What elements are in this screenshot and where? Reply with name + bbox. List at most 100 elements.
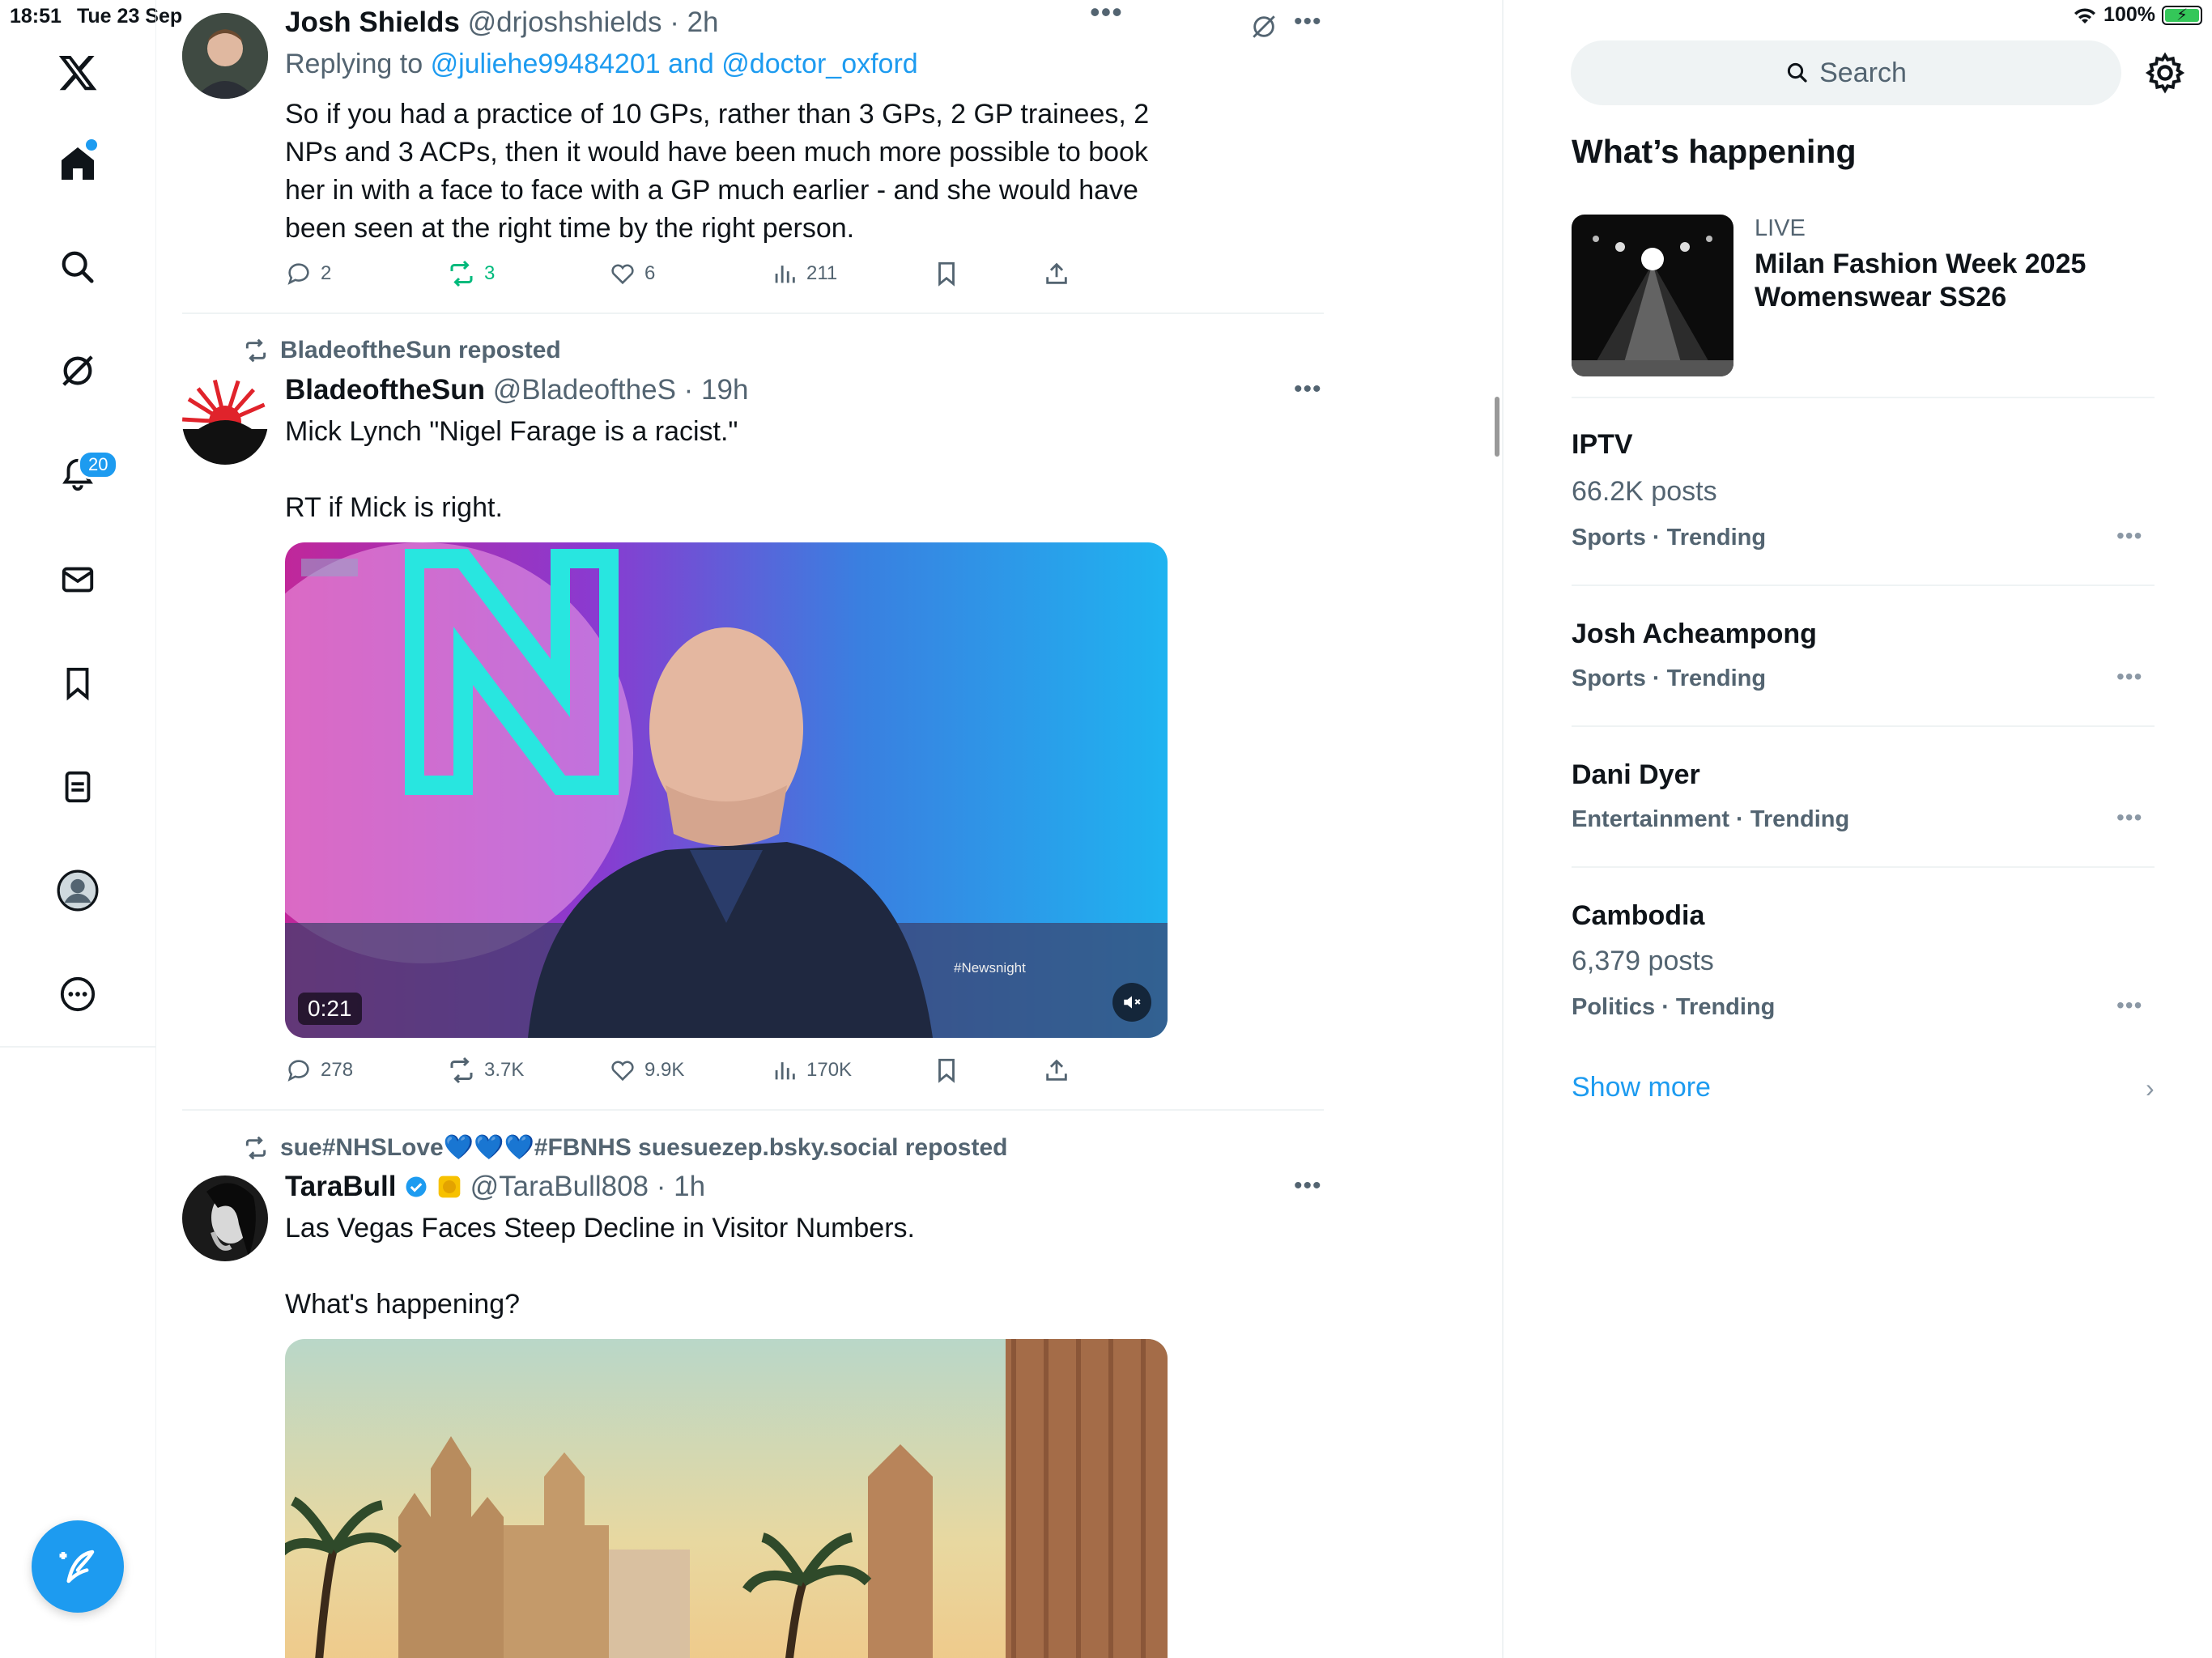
lists-icon[interactable]: [52, 761, 104, 813]
whats-happening-title: What’s happening: [1572, 133, 1857, 170]
more-icon[interactable]: •••: [2116, 805, 2142, 831]
avatar[interactable]: [182, 379, 268, 465]
views-count: 170K: [806, 1059, 853, 1081]
trend-name[interactable]: Josh Acheampong: [1572, 619, 1817, 650]
grok-icon[interactable]: [1250, 13, 1278, 40]
trend-divider: [1572, 585, 2155, 586]
bookmark-icon: [938, 261, 955, 287]
bookmark-icon[interactable]: [52, 657, 104, 709]
share-button[interactable]: [1043, 256, 1070, 291]
share-button[interactable]: [1043, 1052, 1070, 1088]
video-duration: 0:21: [298, 993, 362, 1025]
tweet-time[interactable]: · 1h: [657, 1171, 705, 1202]
left-nav: 20: [0, 0, 156, 1658]
repost-icon: [245, 1136, 266, 1159]
show-more-link[interactable]: Show more: [1572, 1072, 1711, 1103]
compose-icon: [59, 1550, 95, 1584]
trend-divider: [1572, 725, 2155, 727]
x-logo-icon[interactable]: [52, 47, 104, 99]
reposted-by: BladeoftheSun reposted: [280, 337, 561, 363]
views-button[interactable]: 211: [771, 256, 933, 291]
live-event-thumbnail[interactable]: [1572, 215, 1733, 376]
avatar[interactable]: [182, 13, 268, 99]
repost-context[interactable]: sue#NHSLove💙💙💙#FBNHS suesuezep.bsky.soci…: [243, 1133, 1007, 1162]
tweet-text: Las Vegas Faces Steep Decline in Visitor…: [285, 1213, 915, 1320]
trend-name[interactable]: Dani Dyer: [1572, 759, 1700, 791]
reply-count: 278: [321, 1059, 354, 1081]
search-icon[interactable]: [52, 241, 104, 293]
mute-button[interactable]: [1112, 983, 1151, 1022]
bookmark-button[interactable]: [933, 1052, 1043, 1088]
bookmark-button[interactable]: [933, 256, 1043, 291]
profile-icon[interactable]: [52, 865, 104, 916]
compose-button[interactable]: [32, 1520, 124, 1613]
trend-category: Sports · Trending: [1572, 665, 1767, 691]
author-handle[interactable]: @BladeoftheS: [493, 374, 676, 406]
views-button[interactable]: 170K: [771, 1052, 933, 1088]
repost-button[interactable]: 3: [447, 256, 609, 291]
like-button[interactable]: 9.9K: [609, 1052, 771, 1088]
repost-count: 3: [484, 262, 496, 284]
replying-handles[interactable]: @juliehe99484201 and @doctor_oxford: [431, 49, 918, 79]
tweet-image[interactable]: [285, 1339, 1168, 1658]
tweet-header: Josh Shields @drjoshshields · 2h: [285, 6, 719, 39]
video-watermark: #Newsnight: [954, 960, 1026, 976]
trend-category: Entertainment · Trending: [1572, 806, 1850, 832]
author-handle[interactable]: @drjoshshields: [468, 6, 662, 38]
settings-button[interactable]: [2144, 52, 2186, 94]
reply-button[interactable]: 2: [285, 256, 447, 291]
more-icon[interactable]: •••: [2116, 523, 2142, 549]
affiliate-badge-icon: [438, 1175, 461, 1198]
trend-divider: [1572, 397, 2155, 398]
author-name[interactable]: BladeoftheSun: [285, 374, 485, 406]
avatar[interactable]: [182, 1175, 268, 1261]
more-icon[interactable]: •••: [1294, 8, 1322, 36]
repost-icon: [245, 338, 266, 363]
trend-name[interactable]: Cambodia: [1572, 900, 1704, 932]
feed-scrollbar[interactable]: [1495, 397, 1499, 457]
views-icon: [775, 266, 795, 283]
chevron-right-icon: ›: [2146, 1073, 2155, 1103]
tweet-divider: [182, 1109, 1324, 1111]
like-button[interactable]: 6: [609, 256, 771, 291]
share-icon: [1046, 262, 1067, 284]
status-right: 100% ⚡: [2073, 3, 2202, 27]
replying-to: Replying to @juliehe99484201 and @doctor…: [285, 49, 918, 80]
replying-prefix: Replying to: [285, 49, 423, 79]
repost-icon: [450, 260, 473, 287]
repost-button[interactable]: 3.7K: [447, 1052, 609, 1088]
search-icon: [1788, 62, 1807, 83]
reposted-by: sue#NHSLove💙💙💙#FBNHS suesuezep.bsky.soci…: [280, 1134, 1008, 1161]
tweet-header: BladeoftheSun @BladeoftheS · 19h: [285, 374, 748, 406]
trend-name[interactable]: IPTV: [1572, 429, 1633, 461]
heart-icon: [611, 1061, 634, 1082]
grok-icon[interactable]: [52, 345, 104, 397]
author-name[interactable]: Josh Shields: [285, 6, 460, 38]
tweet-time[interactable]: · 19h: [684, 374, 749, 406]
live-event-title[interactable]: Milan Fashion Week 2025 Womenswear SS26: [1755, 248, 2127, 314]
tweet-video[interactable]: 0:21 #Newsnight: [285, 542, 1168, 1038]
tweet-text: So if you had a practice of 10 GPs, rath…: [285, 99, 1150, 244]
search-input[interactable]: Search: [1571, 40, 2121, 105]
mail-icon[interactable]: [52, 554, 104, 606]
author-handle[interactable]: @TaraBull808: [470, 1171, 649, 1202]
live-label: LIVE: [1755, 215, 1806, 241]
more-icon[interactable]: •••: [1294, 1172, 1322, 1200]
author-name[interactable]: TaraBull: [285, 1171, 396, 1202]
reply-button[interactable]: 278: [285, 1052, 447, 1088]
reply-count: 2: [321, 262, 332, 284]
like-count: 6: [644, 262, 656, 284]
tweet-time[interactable]: · 2h: [670, 6, 718, 38]
repost-icon: [450, 1056, 473, 1084]
more-icon[interactable]: [52, 968, 104, 1020]
top-handle-dots[interactable]: •••: [1090, 0, 1123, 29]
home-unread-dot: [86, 139, 97, 151]
more-icon[interactable]: •••: [2116, 664, 2142, 690]
more-icon[interactable]: •••: [2116, 993, 2142, 1018]
views-count: 211: [806, 262, 838, 284]
trend-divider: [1572, 866, 2155, 868]
more-icon[interactable]: •••: [1294, 376, 1322, 403]
repost-context[interactable]: BladeoftheSun reposted: [243, 337, 561, 364]
trend-category: Politics · Trending: [1572, 994, 1776, 1020]
share-icon: [1046, 1059, 1067, 1081]
